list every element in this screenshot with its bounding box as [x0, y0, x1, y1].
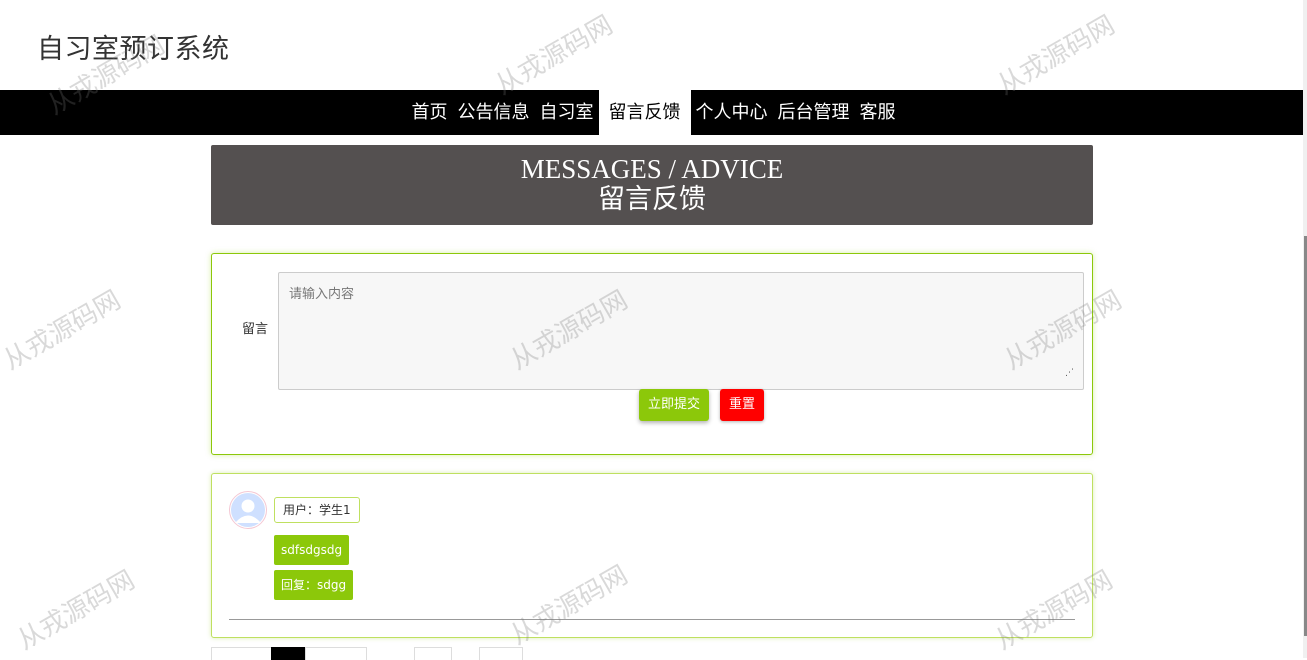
pager-prev[interactable] — [211, 647, 273, 660]
pager-jump-input[interactable] — [479, 647, 523, 660]
message-content: sdfsdgsdg — [274, 535, 350, 565]
banner-title-cn: 留言反馈 — [598, 184, 706, 215]
watermark: 从戎源码网 — [490, 10, 619, 102]
banner-title-en: MESSAGES / ADVICE — [520, 154, 784, 184]
nav-item-home[interactable]: 首页 — [407, 90, 453, 135]
watermark: 从戎源码网 — [0, 285, 127, 377]
user-avatar-icon — [231, 493, 265, 527]
pager-current[interactable] — [271, 647, 307, 660]
submit-button[interactable]: 立即提交 — [639, 389, 710, 421]
nav-item-customer-service[interactable]: 客服 — [855, 90, 901, 135]
message-form: 留言 ⋰ 立即提交 重置 — [211, 253, 1093, 455]
resize-handle-icon[interactable]: ⋰ — [1065, 369, 1074, 378]
message-label: 留言 — [242, 322, 269, 337]
main-nav: 首页 公告信息 自习室 留言反馈 个人中心 后台管理 客服 — [0, 90, 1307, 135]
pager-size[interactable] — [414, 647, 452, 660]
message-list: 用户：学生1 sdfsdgsdg 回复：sdgg — [211, 473, 1093, 638]
nav-item-feedback[interactable]: 留言反馈 — [598, 90, 691, 135]
nav-item-personal-center[interactable]: 个人中心 — [691, 90, 773, 135]
watermark: 从戎源码网 — [992, 10, 1121, 102]
pager-next[interactable] — [305, 647, 367, 660]
message-reply: 回复：sdgg — [274, 570, 354, 600]
avatar — [229, 491, 267, 529]
nav-item-announcements[interactable]: 公告信息 — [453, 90, 535, 135]
message-divider — [229, 619, 1075, 620]
reset-button[interactable]: 重置 — [720, 389, 765, 421]
watermark: 从戎源码网 — [12, 565, 141, 657]
nav-item-admin[interactable]: 后台管理 — [773, 90, 855, 135]
nav-item-study-room[interactable]: 自习室 — [535, 90, 599, 135]
site-title: 自习室预订系统 — [37, 34, 230, 65]
message-input[interactable] — [278, 272, 1084, 390]
page-banner: MESSAGES / ADVICE 留言反馈 — [211, 145, 1093, 225]
message-user: 用户：学生1 — [274, 497, 360, 523]
